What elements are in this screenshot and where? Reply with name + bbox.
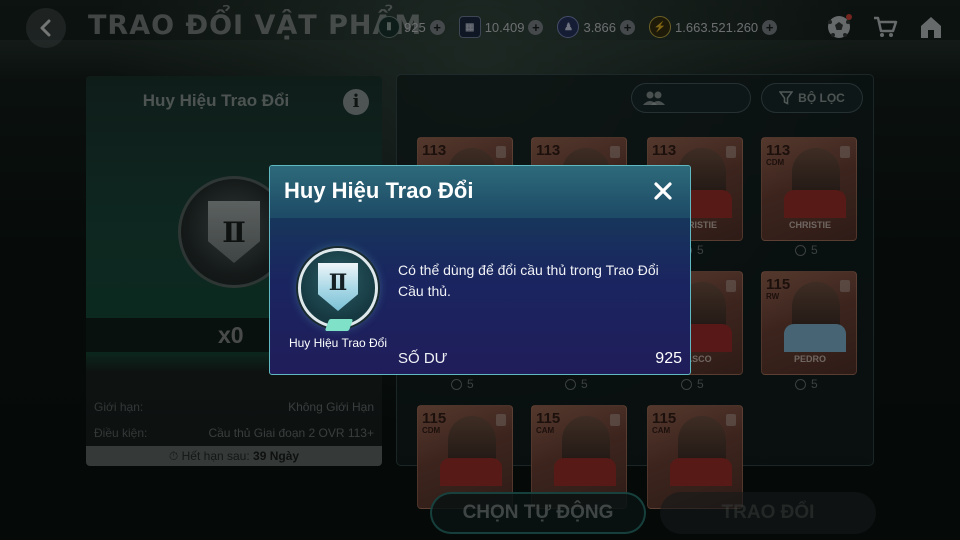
modal-header: Huy Hiệu Trao Đổi bbox=[270, 166, 690, 218]
balance-value: 925 bbox=[655, 350, 682, 367]
badge-description: Có thể dùng để đổi cầu thủ trong Trao Đổ… bbox=[398, 262, 659, 299]
close-icon bbox=[654, 182, 672, 200]
balance-label: SỐ DƯ bbox=[398, 350, 448, 367]
badge-label: Huy Hiệu Trao Đổi bbox=[288, 336, 388, 350]
trade-badge-image: Ⅱ bbox=[298, 248, 378, 331]
badge-info-modal: Huy Hiệu Trao Đổi Ⅱ Huy Hiệu Trao Đổi Có… bbox=[269, 165, 691, 375]
modal-title: Huy Hiệu Trao Đổi bbox=[284, 178, 474, 203]
close-button[interactable] bbox=[652, 180, 674, 202]
badge-shield-icon: Ⅱ bbox=[318, 263, 358, 311]
badge-ring-accent bbox=[324, 319, 354, 331]
